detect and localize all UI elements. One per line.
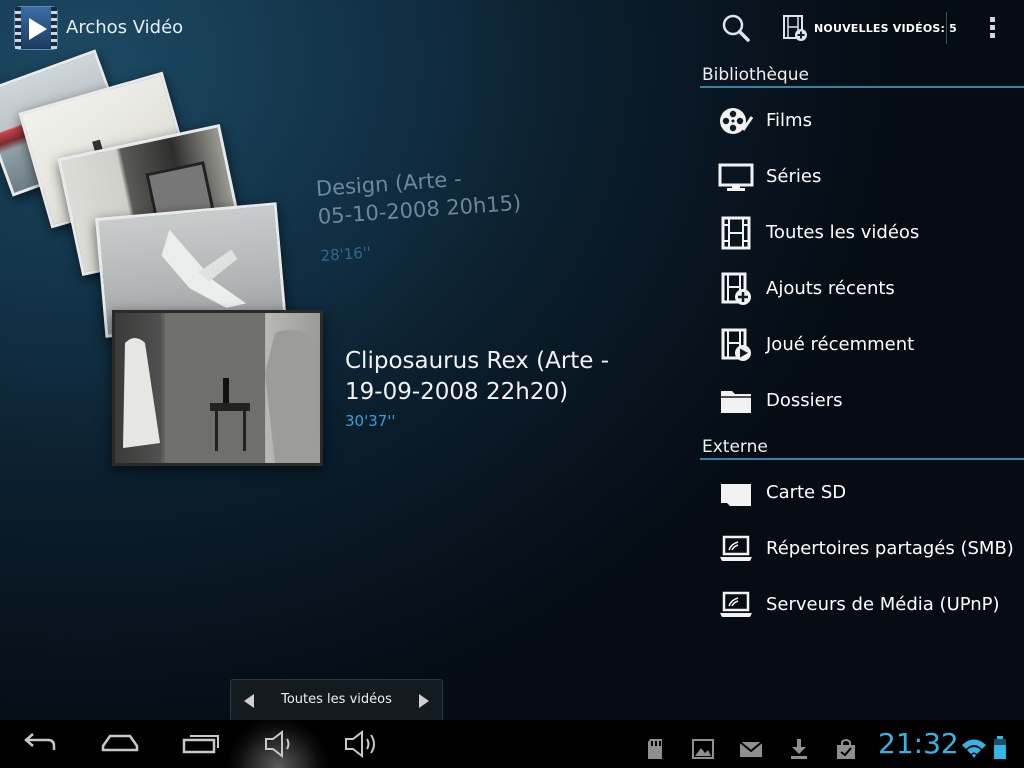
film-add-icon: [783, 15, 807, 41]
home-icon[interactable]: [100, 728, 140, 760]
wifi-icon[interactable]: [960, 732, 988, 764]
menu-item-label: Ajouts récents: [766, 278, 895, 299]
current-video-duration: 30'37'': [345, 412, 396, 430]
network-laptop-icon: [720, 591, 752, 617]
search-button[interactable]: [720, 12, 752, 44]
menu-item-upnp-servers[interactable]: Serveurs de Média (UPnP): [700, 579, 1024, 631]
menu-item-label: Films: [766, 110, 812, 131]
battery-icon[interactable]: [992, 732, 1008, 764]
menu-item-label: Carte SD: [766, 482, 847, 503]
recent-apps-icon[interactable]: [182, 728, 222, 760]
gallery-notification-icon[interactable]: [690, 733, 716, 765]
menu-item-label: Joué récemment: [766, 334, 915, 355]
current-title-line1: Cliposaurus Rex (Arte -: [345, 348, 610, 374]
film-play-icon: [721, 328, 751, 361]
library-divider: [700, 86, 1024, 88]
status-clock[interactable]: 21:32: [878, 727, 959, 760]
pager-label: Toutes les vidéos: [281, 692, 392, 707]
system-bar: [0, 720, 1024, 768]
download-notification-icon[interactable]: [788, 733, 810, 765]
menu-item-label: Dossiers: [766, 390, 843, 411]
menu-item-label: Toutes les vidéos: [766, 222, 920, 243]
folder-icon: [721, 391, 751, 413]
new-videos-label: NOUVELLES VIDÉOS: 5: [814, 21, 958, 35]
sd-card-icon: [721, 484, 751, 506]
film-reel-icon: [720, 108, 754, 134]
film-add-icon: [721, 272, 751, 305]
menu-item-folders[interactable]: Dossiers: [700, 375, 1024, 427]
action-bar-divider: [946, 12, 947, 44]
tv-monitor-icon: [718, 163, 754, 191]
back-icon[interactable]: [20, 728, 60, 760]
store-notification-icon[interactable]: [834, 733, 858, 765]
library-header: Bibliothèque: [702, 65, 809, 85]
external-divider: [700, 458, 1024, 460]
secondary-video-title[interactable]: Design (Arte - 05-10-2008 20h15): [315, 161, 522, 231]
menu-item-label: Serveurs de Média (UPnP): [766, 594, 1000, 615]
volume-down-icon[interactable]: [262, 728, 298, 760]
menu-item-series[interactable]: Séries: [700, 151, 1024, 203]
menu-item-recent-additions[interactable]: Ajouts récents: [700, 263, 1024, 315]
overflow-menu-button[interactable]: [980, 14, 1004, 42]
external-header: Externe: [702, 437, 768, 457]
menu-item-recently-played[interactable]: Joué récemment: [700, 319, 1024, 371]
video-thumbnail-current[interactable]: [112, 310, 323, 466]
secondary-video-duration: 28'16'': [320, 243, 372, 265]
menu-item-all-videos[interactable]: Toutes les vidéos: [700, 207, 1024, 259]
current-video-title[interactable]: Cliposaurus Rex (Arte - 19-09-2008 22h20…: [345, 346, 609, 408]
sd-card-notification-icon[interactable]: [645, 733, 665, 765]
menu-item-label: Répertoires partagés (SMB): [766, 538, 1014, 559]
action-bar: Archos Vidéo NOUVELLES VIDÉOS: 5: [0, 0, 1024, 56]
menu-item-sd-card[interactable]: Carte SD: [700, 467, 1024, 519]
next-view-button[interactable]: [419, 694, 429, 708]
network-laptop-icon: [720, 535, 752, 561]
archos-video-app-icon[interactable]: [14, 6, 58, 50]
view-pager: Toutes les vidéos: [230, 679, 443, 720]
menu-item-label: Séries: [766, 166, 822, 187]
new-videos-button[interactable]: NOUVELLES VIDÉOS: 5: [782, 12, 957, 44]
email-notification-icon[interactable]: [738, 733, 764, 765]
film-strip-icon: [721, 216, 751, 250]
current-title-line2: 19-09-2008 22h20): [345, 379, 569, 405]
menu-item-films[interactable]: Films: [700, 95, 1024, 147]
search-icon: [722, 14, 750, 42]
app-title: Archos Vidéo: [66, 17, 184, 38]
volume-up-icon[interactable]: [342, 728, 380, 760]
menu-item-smb-shares[interactable]: Répertoires partagés (SMB): [700, 523, 1024, 575]
